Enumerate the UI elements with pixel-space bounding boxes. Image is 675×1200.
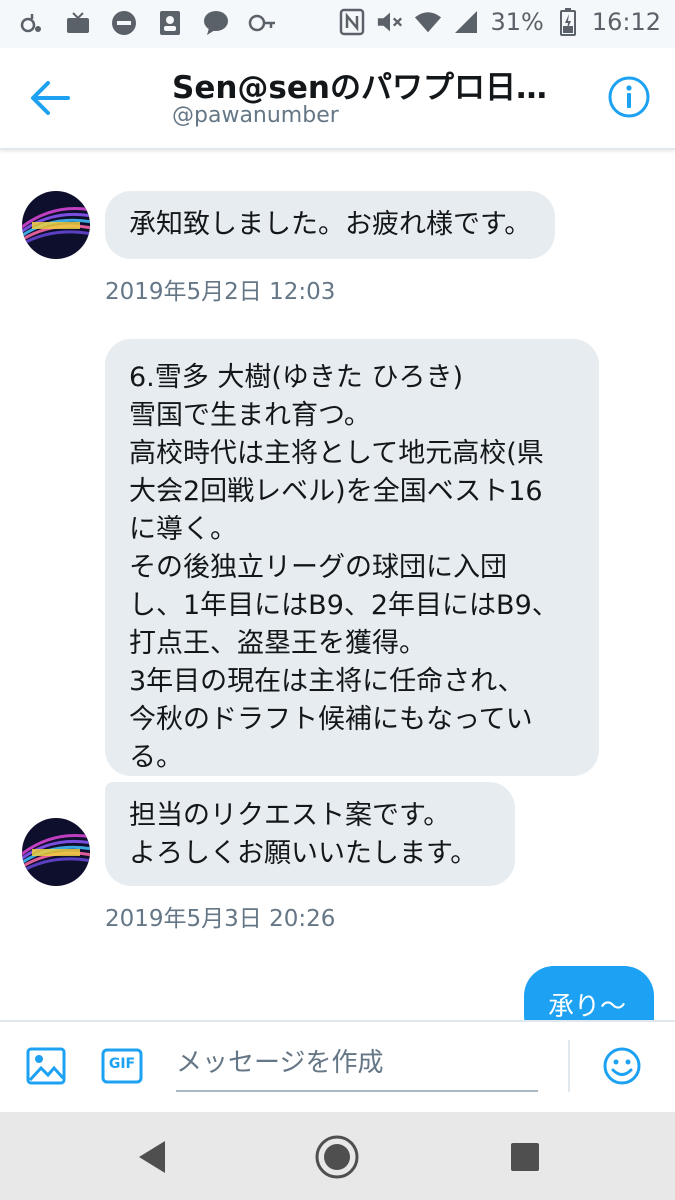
conversation-title[interactable]: Sen@senのパワプロ日… [172, 62, 552, 107]
message-text: 打点王、盗塁王を獲得。 [129, 628, 426, 659]
nav-home-button[interactable] [312, 1132, 362, 1182]
nfc-icon [338, 8, 366, 36]
message-text: 高校時代は主将として地元高校(県 [129, 438, 544, 469]
square-recents-icon [511, 1143, 539, 1171]
key-icon [248, 9, 276, 37]
message-text: 大会2回戦レベル)を全国ベスト16 [129, 476, 543, 507]
message-text: 3年目の現在は主将に任命され、 [129, 666, 525, 697]
info-icon [608, 76, 650, 118]
status-bar: 31% 16:12 [0, 0, 675, 48]
add-image-button[interactable] [26, 1046, 66, 1086]
system-status: 31% 16:12 [338, 8, 661, 36]
game-controller-icon [18, 9, 46, 37]
message-text: 今秋のドラフト候補にもなってい [129, 704, 533, 735]
chat-bubble-icon [202, 9, 230, 37]
signal-icon [452, 8, 480, 36]
message-composer: GIF [0, 1020, 675, 1112]
message-bubble[interactable]: 承知致しました。お疲れ様です。 [105, 191, 556, 259]
message-input[interactable] [176, 1036, 538, 1092]
gif-label: GIF [108, 1056, 136, 1072]
avatar[interactable] [22, 191, 90, 259]
message-text: 6.雪多 大樹(ゆきた ひろき) [129, 362, 463, 393]
image-icon [26, 1047, 66, 1085]
message-text: る。 [129, 742, 183, 773]
triangle-back-icon [139, 1141, 165, 1173]
tv-icon [64, 9, 92, 37]
message-text: 承知致しました。お疲れ様です。 [129, 209, 532, 240]
battery-percent: 31% [490, 8, 544, 36]
avatar[interactable] [22, 818, 90, 886]
message-text: し、1年目にはB9、2年目にはB9、 [129, 590, 559, 621]
muted-speaker-icon [376, 8, 404, 36]
outgoing-message-text: 承り〜 [548, 992, 627, 1022]
conversation-header: Sen@senのパワプロ日… @pawanumber [0, 48, 675, 150]
message-text: よろしくお願いいたします。 [129, 838, 478, 869]
clock: 16:12 [591, 8, 661, 36]
back-button[interactable] [30, 80, 80, 120]
message-bubble[interactable]: 担当のリクエスト案です。 よろしくお願いいたします。 [105, 782, 515, 886]
do-not-disturb-icon [110, 9, 138, 37]
contact-card-icon [156, 9, 184, 37]
message-timestamp: 2019年5月2日 12:03 [105, 279, 336, 305]
system-navigation-bar [0, 1112, 675, 1200]
wifi-icon [414, 8, 442, 36]
nav-back-button[interactable] [126, 1132, 176, 1182]
composer-divider [568, 1040, 570, 1092]
notification-icons [18, 9, 276, 37]
add-gif-button[interactable]: GIF [101, 1046, 143, 1086]
circle-home-icon [315, 1135, 359, 1179]
emoji-icon [603, 1047, 641, 1085]
message-text: その後独立リーグの球団に入団 [129, 552, 507, 583]
message-text: 雪国で生まれ育つ。 [129, 400, 371, 431]
message-bubble[interactable]: 6.雪多 大樹(ゆきた ひろき) 雪国で生まれ育つ。 高校時代は主将として地元高… [105, 339, 599, 776]
nav-recents-button[interactable] [500, 1132, 550, 1182]
conversation-handle: @pawanumber [172, 103, 339, 128]
emoji-button[interactable] [602, 1046, 642, 1086]
message-text: 担当のリクエスト案です。 [129, 800, 451, 831]
battery-icon [554, 8, 582, 36]
message-timestamp: 2019年5月3日 20:26 [105, 906, 336, 932]
info-button[interactable] [607, 75, 653, 121]
arrow-left-icon [31, 81, 70, 115]
message-text: に導く。 [129, 514, 237, 545]
